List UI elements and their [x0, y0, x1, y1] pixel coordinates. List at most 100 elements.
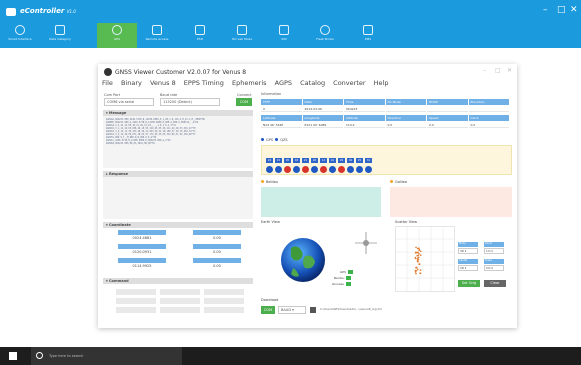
info-header-cell: Elevation: [468, 99, 509, 105]
tab-gps[interactable]: GPS: [266, 138, 273, 142]
coordinate-header: [193, 258, 241, 263]
minimize-button[interactable]: –: [543, 5, 548, 15]
menu-ephemeris[interactable]: Ephemeris: [232, 79, 267, 87]
gps-icon: [112, 25, 122, 35]
info-value-cell: 0.0: [468, 122, 509, 128]
command-button[interactable]: [160, 307, 200, 313]
scatter-point: [418, 253, 420, 255]
comport-select[interactable]: COM6 via serial: [104, 98, 154, 106]
legend-label: Beidou: [334, 276, 345, 280]
info-header-cell: Altitude: [344, 115, 385, 121]
app-name: eController: [20, 7, 65, 15]
command-button[interactable]: [204, 289, 244, 295]
gnss-menu-bar: File Binary Venus 8 EPPS Timing Ephemeri…: [102, 79, 394, 87]
info-header-cell: Fix Mode: [385, 99, 426, 105]
scatter-point: [416, 268, 419, 271]
command-section-header[interactable]: ▾ Command: [103, 278, 253, 284]
beidou-title: Beidou: [266, 180, 279, 184]
toolbar-data-category[interactable]: Data Category: [40, 23, 80, 48]
command-button[interactable]: [160, 289, 200, 295]
baudrate-select[interactable]: 115200 (Detect): [160, 98, 220, 106]
gnss-minimize-button[interactable]: –: [483, 67, 486, 74]
information-title: Information: [261, 92, 282, 96]
scatter-control-select[interactable]: 3D ▾: [458, 248, 478, 254]
coordinate-section-header[interactable]: ▾ Coordinate: [103, 222, 253, 228]
scatter-control-select[interactable]: 1m ▾: [484, 248, 504, 254]
legend-label: GPS: [340, 270, 347, 274]
galileo-label: Galileo: [390, 180, 407, 184]
toolbar-label: PSD: [196, 37, 204, 41]
galileo-title: Galileo: [395, 180, 408, 184]
menu-epps-timing[interactable]: EPPS Timing: [184, 79, 224, 87]
menu-venus8[interactable]: Venus 8: [150, 79, 176, 87]
coordinate-value: 0.00: [213, 236, 221, 240]
toolbar-isc-lab-mode[interactable]: ISC Lab Mode: [222, 23, 262, 48]
gnss-close-button[interactable]: ✕: [507, 67, 512, 74]
download-com-button[interactable]: COM: [261, 306, 275, 314]
comport-label: Com Port: [104, 93, 121, 97]
coordinate-value: 0.00: [213, 264, 221, 268]
menu-agps[interactable]: AGPS: [275, 79, 292, 87]
info-header-cell: Longitude: [302, 115, 343, 121]
command-title: Command: [108, 279, 129, 283]
command-button[interactable]: [204, 298, 244, 304]
beidou-dot-icon: [261, 180, 264, 183]
scatter-control-label: Zoom: [484, 242, 504, 247]
scatter-control-label: Scale: [484, 259, 504, 264]
clear-button[interactable]: Clear: [484, 280, 506, 287]
satellite-status-icon: [292, 166, 300, 173]
toolbar-psd[interactable]: PSD: [180, 23, 220, 48]
menu-catalog[interactable]: Catalog: [300, 79, 325, 87]
download-baud-select[interactable]: BAUD ▾: [278, 306, 306, 314]
satellite-status-icon: [301, 166, 309, 173]
command-button[interactable]: [160, 298, 200, 304]
command-button[interactable]: [204, 307, 244, 313]
info-value-cell: 0.0: [427, 122, 468, 128]
command-button[interactable]: [116, 298, 156, 304]
scatter-plot: [395, 226, 455, 292]
coordinate-value: 0114.9925: [132, 264, 152, 268]
connect-button[interactable]: COM: [236, 98, 252, 106]
command-button[interactable]: [116, 289, 156, 295]
legend-glonass: Glonass: [332, 282, 351, 286]
close-button[interactable]: ✕: [570, 5, 578, 15]
message-log[interactable]: $GPGGA,064223.000,2446.5718,N,12100.6089…: [103, 116, 253, 168]
toolbar-remote-access[interactable]: Remote Access: [137, 23, 177, 48]
tab-qzs[interactable]: QZS: [280, 138, 287, 142]
menu-help[interactable]: Help: [374, 79, 389, 87]
coordinate-header: [193, 244, 241, 249]
earth-globe-icon: [281, 238, 325, 282]
gnss-window-title: GNSS Viewer Customer V2.0.07 for Venus 8: [115, 69, 247, 76]
scatter-point: [416, 255, 418, 257]
maximize-button[interactable]: □: [557, 5, 566, 15]
toolbar-gps[interactable]: GPS: [97, 23, 137, 48]
satellite-status-icon: [310, 166, 318, 173]
toolbar-smart-interface[interactable]: Smart Interface: [0, 23, 40, 48]
info-value-cell: 064223: [344, 106, 385, 112]
set-origin-button[interactable]: Set Orig: [458, 280, 480, 287]
info-value-cell: [427, 106, 468, 112]
menu-converter[interactable]: Converter: [333, 79, 365, 87]
toolbar-label: Fleet Model: [316, 37, 334, 41]
scatter-point: [418, 248, 421, 251]
info-header-cell: Latitude: [261, 115, 302, 121]
toolbar-label: Remote Access: [145, 37, 169, 41]
folder-icon[interactable]: [310, 307, 316, 313]
toolbar-fleet-model[interactable]: Fleet Model: [305, 23, 345, 48]
galileo-dot-icon: [390, 180, 393, 183]
response-area[interactable]: [103, 177, 253, 219]
scatter-point: [416, 257, 419, 260]
scatter-control-select[interactable]: 5m ▾: [484, 265, 504, 271]
scatter-control-select[interactable]: 2D ▾: [458, 265, 478, 271]
command-button[interactable]: [116, 307, 156, 313]
gnss-maximize-button[interactable]: □: [495, 67, 501, 74]
menu-file[interactable]: File: [102, 79, 113, 87]
windows-icon[interactable]: [9, 352, 17, 360]
earth-view-panel: [281, 232, 377, 282]
toolbar-pms[interactable]: PMS: [348, 23, 388, 48]
menu-binary[interactable]: Binary: [121, 79, 142, 87]
beidou-label: Beidou: [261, 180, 278, 184]
cortana-icon: [36, 352, 43, 359]
toolbar-sim[interactable]: SIM: [264, 23, 304, 48]
gnss-logo-icon: [104, 68, 112, 76]
